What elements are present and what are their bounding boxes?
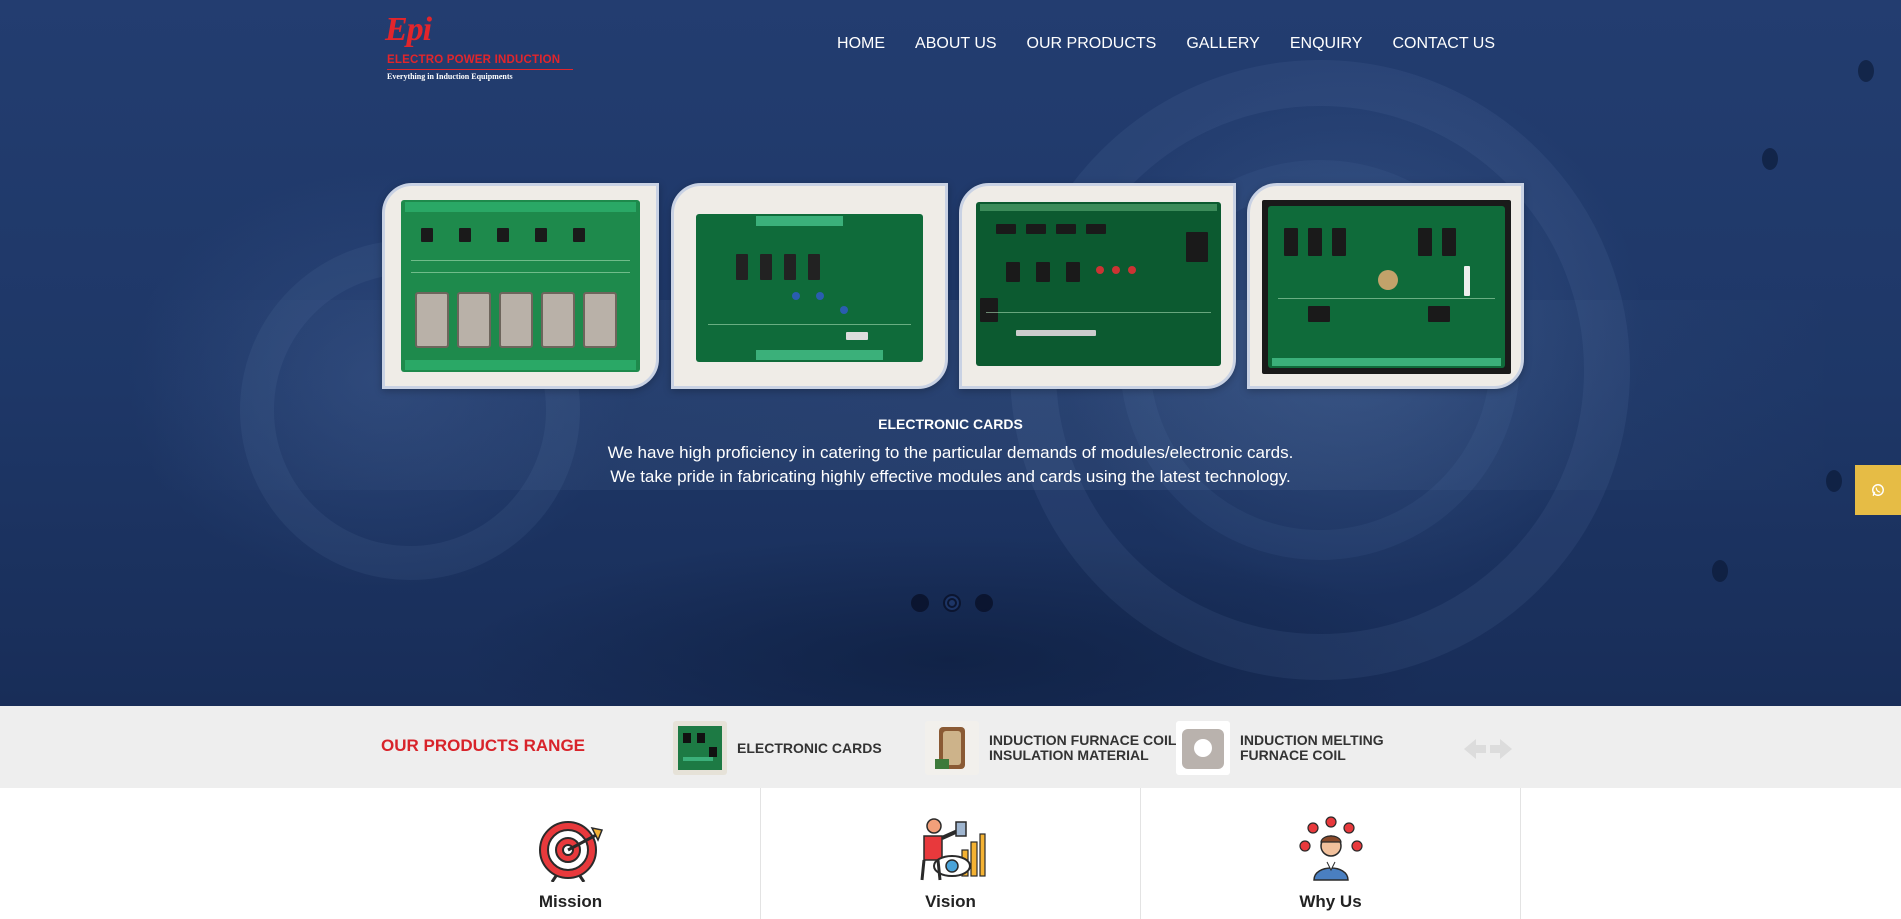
range-item-label: INDUCTION MELTING FURNACE COIL bbox=[1240, 732, 1384, 763]
slider-card-3[interactable] bbox=[959, 183, 1236, 389]
coil-insulation-thumb bbox=[925, 721, 979, 775]
range-item-coil-insulation[interactable]: INDUCTION FURNACE COIL INSULATION MATERI… bbox=[925, 720, 1176, 776]
slider-dot-3[interactable] bbox=[975, 594, 993, 612]
background-decor bbox=[1712, 560, 1728, 582]
slider-card-1[interactable] bbox=[382, 183, 659, 389]
slider-card-4[interactable] bbox=[1247, 183, 1524, 389]
slider-caption-line-1: We have high proficiency in catering to … bbox=[607, 443, 1294, 462]
site-logo[interactable]: Epi ELECTRO POWER INDUCTION Everything i… bbox=[385, 12, 575, 84]
nav-home[interactable]: HOME bbox=[837, 34, 885, 54]
slider-caption-title: ELECTRONIC CARDS bbox=[878, 416, 1023, 432]
feature-label: Vision bbox=[925, 892, 976, 911]
feature-why-us[interactable]: Why Us bbox=[1141, 788, 1521, 919]
features-row: Mission Vision Why Us bbox=[381, 788, 1521, 919]
slider-card-2[interactable] bbox=[671, 183, 948, 389]
electronic-card-thumb bbox=[673, 721, 727, 775]
slider-pagination bbox=[911, 594, 993, 612]
slider-caption-text: We have high proficiency in catering to … bbox=[0, 441, 1901, 489]
nav-our-products[interactable]: OUR PRODUCTS bbox=[1027, 34, 1157, 54]
range-item-label: INDUCTION FURNACE COIL INSULATION MATERI… bbox=[989, 732, 1177, 763]
range-item-melting-coil[interactable]: INDUCTION MELTING FURNACE COIL bbox=[1176, 720, 1384, 776]
logo-underline bbox=[387, 69, 573, 70]
background-decor bbox=[1762, 148, 1778, 170]
feature-label: Mission bbox=[538, 892, 603, 911]
vision-icon bbox=[920, 818, 986, 881]
nav-contact-us[interactable]: CONTACT US bbox=[1392, 34, 1495, 54]
main-nav: HOME ABOUT US OUR PRODUCTS GALLERY ENQUI… bbox=[837, 34, 1495, 54]
whatsapp-button[interactable] bbox=[1855, 465, 1901, 515]
left-right-arrows-icon[interactable] bbox=[1462, 736, 1514, 765]
background-decor bbox=[1858, 60, 1874, 82]
logo-mark: Epi bbox=[385, 11, 432, 48]
products-range-strip: OUR PRODUCTS RANGE ELECTRONIC CARDS INDU… bbox=[0, 706, 1901, 788]
electronic-card-image bbox=[401, 200, 640, 372]
slider-dot-1[interactable] bbox=[911, 594, 929, 612]
hero-slider: Epi ELECTRO POWER INDUCTION Everything i… bbox=[0, 0, 1901, 706]
melting-coil-thumb bbox=[1176, 721, 1230, 775]
target-icon bbox=[539, 821, 604, 882]
feature-label: Why Us bbox=[1299, 892, 1362, 911]
products-range-title: OUR PRODUCTS RANGE bbox=[381, 736, 586, 755]
logo-tagline: Everything in Induction Equipments bbox=[387, 72, 513, 81]
whatsapp-icon bbox=[1872, 484, 1884, 496]
electronic-card-image bbox=[976, 202, 1221, 366]
nav-gallery[interactable]: GALLERY bbox=[1186, 34, 1260, 54]
nav-enquiry[interactable]: ENQUIRY bbox=[1290, 34, 1363, 54]
electronic-card-image bbox=[1268, 206, 1505, 368]
range-item-electronic-cards[interactable]: ELECTRONIC CARDS bbox=[673, 720, 882, 776]
why-us-icon bbox=[1299, 816, 1363, 881]
logo-company-name: ELECTRO POWER INDUCTION bbox=[387, 54, 561, 66]
range-item-label: ELECTRONIC CARDS bbox=[737, 739, 882, 756]
slider-caption-line-2: We take pride in fabricating highly effe… bbox=[610, 467, 1291, 486]
feature-vision[interactable]: Vision bbox=[761, 788, 1141, 919]
feature-mission[interactable]: Mission bbox=[381, 788, 761, 919]
nav-about-us[interactable]: ABOUT US bbox=[915, 34, 997, 54]
slider-dot-2[interactable] bbox=[943, 594, 961, 612]
electronic-card-image bbox=[696, 214, 923, 362]
